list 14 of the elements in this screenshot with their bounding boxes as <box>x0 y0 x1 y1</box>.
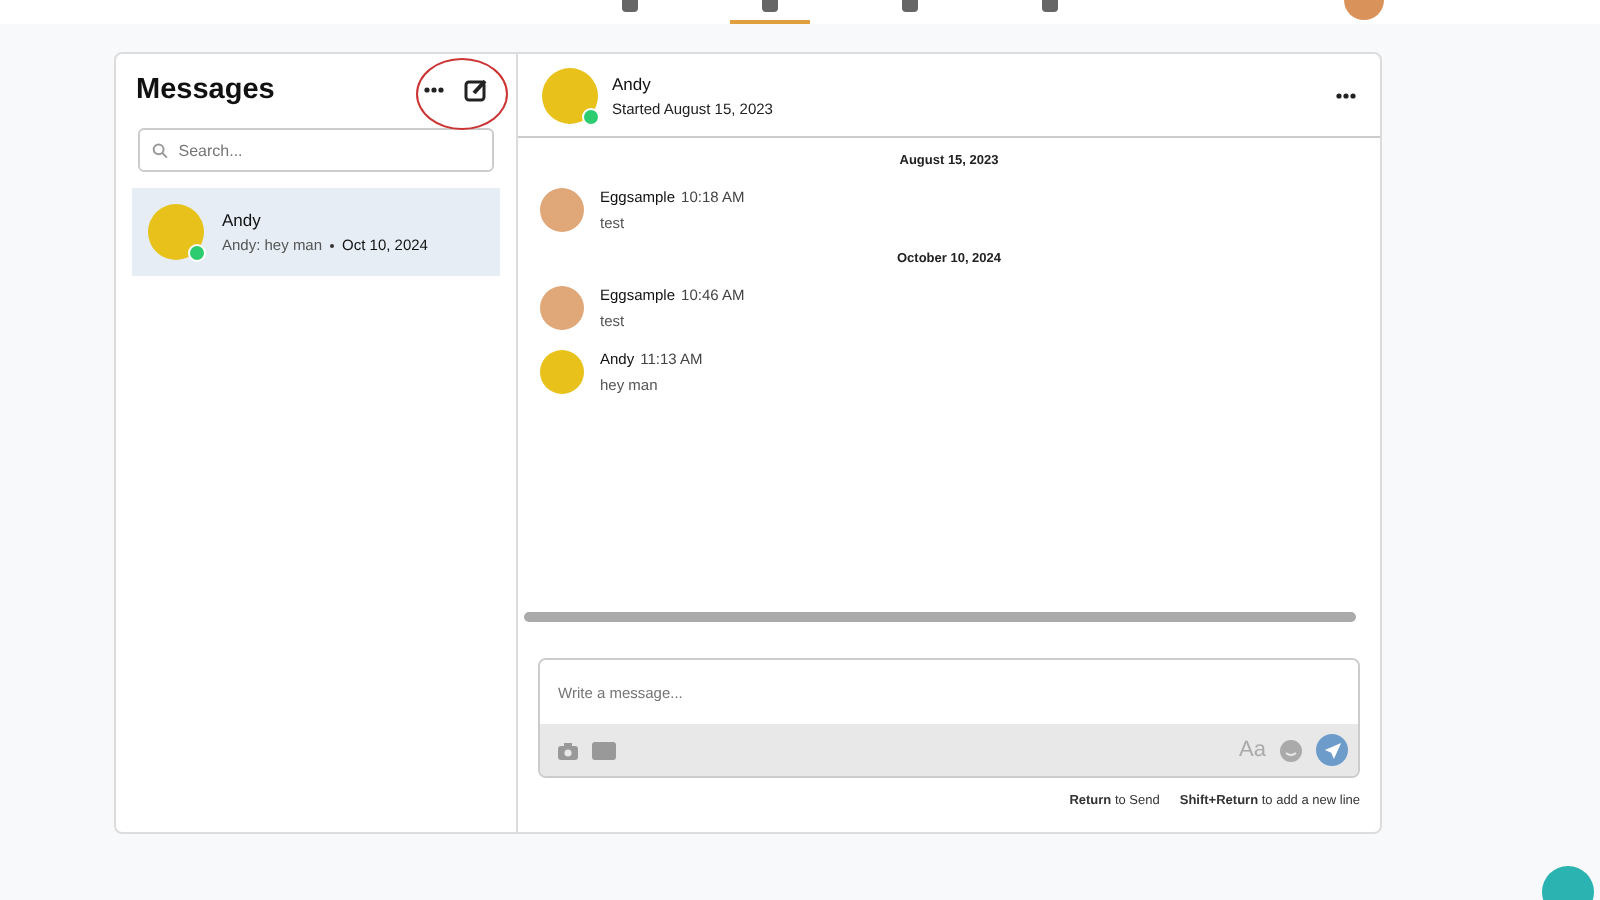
more-options-icon[interactable] <box>424 86 444 94</box>
contact-name: Andy <box>222 210 263 230</box>
send-icon <box>1323 741 1341 759</box>
scrollbar[interactable] <box>524 612 1356 622</box>
search-input[interactable]: Search... <box>178 141 480 159</box>
search-icon <box>152 141 169 159</box>
more-options-icon[interactable] <box>1336 91 1356 99</box>
contact-name: Andy <box>612 73 653 93</box>
compose-icon[interactable] <box>464 78 488 102</box>
messages-title: Messages <box>136 74 275 106</box>
annotation-circle <box>416 58 508 130</box>
nav-tab[interactable] <box>730 0 810 24</box>
search-field[interactable]: Search... <box>138 128 494 172</box>
send-button[interactable] <box>1316 734 1348 766</box>
